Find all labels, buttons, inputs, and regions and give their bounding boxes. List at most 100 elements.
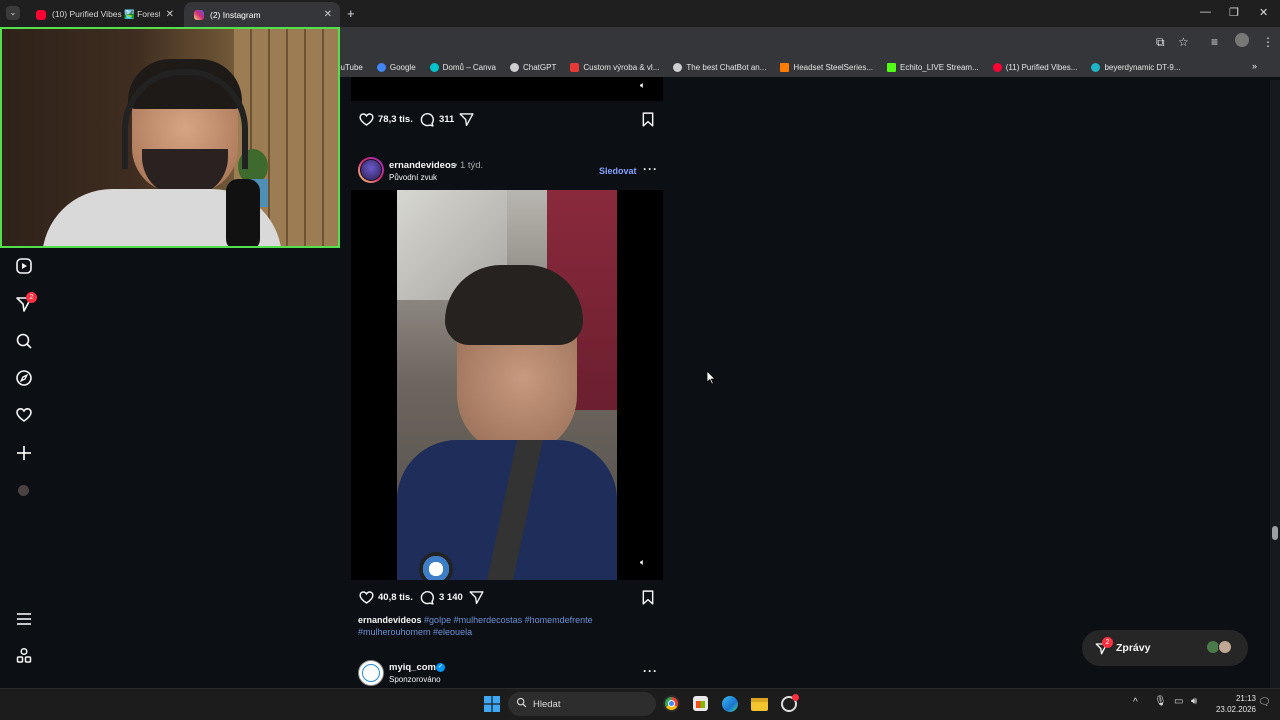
bookmark-canva[interactable]: Domů – Canva — [429, 62, 496, 72]
sidebar-meta-apps-icon[interactable] — [14, 646, 34, 666]
post3-username[interactable]: myiq_com — [389, 662, 436, 673]
bookmark-star-icon[interactable]: ☆ — [1178, 35, 1189, 49]
sidebar-explore-icon[interactable] — [14, 368, 34, 388]
taskbar-clock[interactable]: 21:13 23.02.2026 — [1208, 693, 1256, 715]
restore-icon[interactable]: ❐ — [1229, 6, 1239, 19]
like-count[interactable]: 78,3 tis. — [378, 114, 413, 125]
messages-floating-button[interactable]: 2 Zprávy — [1082, 630, 1248, 666]
post2-username[interactable]: ernandevideos — [389, 160, 456, 171]
like-icon[interactable] — [358, 589, 375, 611]
chatbot-icon — [673, 62, 683, 72]
kick-icon — [887, 62, 897, 72]
post2-audio[interactable]: Původní zvuk — [389, 173, 437, 182]
follow-button[interactable]: Sledovat — [599, 166, 637, 176]
tab-search-chevron-icon[interactable]: ⌄ — [6, 6, 20, 20]
post2-caption: ernandevideos #golpe #mulherdecostas #ho… — [358, 614, 658, 638]
youtube-icon — [992, 62, 1002, 72]
comment-count[interactable]: 3 140 — [439, 592, 463, 603]
sidebar-more-menu-icon[interactable] — [14, 609, 34, 629]
post2-time[interactable]: • 1 týd. — [454, 160, 483, 171]
media-queue-icon[interactable]: ≡ — [1211, 35, 1218, 49]
windows-start-icon[interactable] — [484, 696, 500, 717]
taskbar-search-input[interactable]: Hledat — [508, 692, 656, 716]
avatar — [1218, 640, 1232, 654]
edge-taskbar-icon[interactable] — [722, 696, 738, 712]
minimize-icon[interactable]: — — [1200, 6, 1211, 18]
audio-toggle-icon[interactable]: 🔈︎ — [640, 80, 645, 91]
chrome-taskbar-icon[interactable] — [663, 695, 680, 712]
sidebar-create-icon[interactable] — [14, 443, 34, 463]
bookmark-label: ouTube — [336, 62, 363, 72]
page-scrollbar[interactable] — [1270, 80, 1280, 688]
bookmark-chatbot[interactable]: The best ChatBot an... — [673, 62, 767, 72]
webcam-overlay — [0, 27, 340, 248]
bookmark-youtube[interactable]: ouTube — [336, 63, 363, 72]
close-tab-icon[interactable]: ✕ — [166, 9, 174, 20]
new-tab-icon[interactable]: + — [347, 6, 355, 21]
caption-hashtags[interactable]: #mulherouhomem #eleouela — [358, 627, 472, 637]
browser-menu-icon[interactable]: ⋮ — [1262, 35, 1274, 49]
app-taskbar-icon[interactable] — [781, 694, 799, 712]
bookmark-custom-vyroba[interactable]: Custom výroba & vl... — [570, 62, 660, 72]
caption-username[interactable]: ernandevideos — [358, 615, 422, 625]
bookmark-beyerdynamic[interactable]: beyerdynamic DT-9... — [1091, 62, 1181, 72]
sidebar-notifications-heart-icon[interactable] — [14, 405, 34, 425]
save-bookmark-icon[interactable] — [640, 589, 656, 611]
comment-count[interactable]: 311 — [439, 114, 454, 125]
comment-icon[interactable] — [418, 111, 435, 133]
post3-avatar[interactable] — [358, 660, 384, 686]
bookmark-label: (11) Purified Vibes... — [1005, 62, 1078, 72]
store-taskbar-icon[interactable] — [693, 696, 708, 711]
bookmark-steelseries[interactable]: Headset SteelSeries... — [780, 62, 873, 72]
sidebar-messages-icon[interactable]: 2 — [14, 292, 37, 314]
share-icon[interactable] — [458, 111, 475, 133]
search-icon — [516, 697, 527, 711]
bookmark-label: The best ChatBot an... — [686, 62, 767, 72]
post-options-icon[interactable]: ··· — [643, 162, 658, 176]
bookmark-google[interactable]: Google — [376, 62, 416, 72]
sidebar-reels-icon[interactable] — [14, 256, 34, 276]
clock-time: 21:13 — [1235, 694, 1256, 703]
microphone-icon[interactable]: 🎙︎ — [1154, 696, 1167, 707]
like-icon[interactable] — [358, 111, 375, 133]
bookmark-label: Custom výroba & vl... — [583, 62, 660, 72]
sidebar-profile-avatar[interactable] — [14, 481, 34, 501]
bookmark-label: Domů – Canva — [442, 62, 496, 72]
network-icon[interactable]: ▭ — [1174, 696, 1183, 707]
tab-youtube[interactable]: (10) Purified Vibes 🏞️ Forest — ✕ — [26, 2, 182, 27]
search-placeholder: Hledat — [533, 698, 561, 710]
share-icon[interactable] — [468, 589, 485, 611]
custom-vyroba-icon — [570, 62, 580, 72]
bookmark-kick[interactable]: Echito_LIVE Stream... — [887, 62, 979, 72]
verified-badge-icon: ✓ — [436, 663, 445, 672]
close-tab-icon[interactable]: ✕ — [324, 9, 332, 20]
save-bookmark-icon[interactable] — [640, 111, 656, 133]
audio-toggle-icon[interactable]: 🔈︎ — [640, 557, 645, 568]
bookmark-label: ChatGPT — [523, 62, 557, 72]
like-count[interactable]: 40,8 tis. — [378, 592, 413, 603]
bookmark-chatgpt[interactable]: ChatGPT — [510, 62, 557, 72]
close-window-icon[interactable]: ✕ — [1259, 6, 1268, 19]
volume-icon[interactable]: 🔊︎ — [1191, 696, 1197, 707]
steelseries-icon — [780, 62, 790, 72]
bookmark-purified-vibes[interactable]: (11) Purified Vibes... — [992, 62, 1078, 72]
caption-hashtags[interactable]: #golpe #mulherdecostas #homemdefrente — [424, 615, 593, 625]
profile-avatar-icon[interactable] — [1235, 33, 1249, 47]
notifications-badge: 2 — [26, 292, 37, 303]
youtube-favicon-icon — [36, 9, 46, 20]
post2-video[interactable]: 🔈︎ — [351, 190, 663, 580]
post1-media[interactable] — [351, 77, 663, 101]
bookmark-label: Google — [389, 62, 416, 72]
sidebar-search-icon[interactable] — [14, 331, 34, 351]
post2-avatar[interactable] — [358, 157, 384, 183]
comment-icon[interactable] — [418, 589, 435, 611]
post-options-icon[interactable]: ··· — [643, 664, 658, 678]
system-tray-chevron-icon[interactable]: ^ — [1133, 697, 1138, 708]
tab-instagram[interactable]: (2) Instagram ✕ — [184, 2, 340, 27]
more-bookmarks-icon[interactable]: » — [1252, 61, 1257, 71]
install-app-icon[interactable]: ⧉ — [1156, 35, 1165, 50]
file-explorer-taskbar-icon[interactable] — [751, 698, 768, 711]
scrollbar-thumb[interactable] — [1272, 526, 1278, 540]
messages-label: Zprávy — [1116, 642, 1151, 654]
notification-center-icon[interactable]: 🗨︎ — [1258, 697, 1271, 708]
